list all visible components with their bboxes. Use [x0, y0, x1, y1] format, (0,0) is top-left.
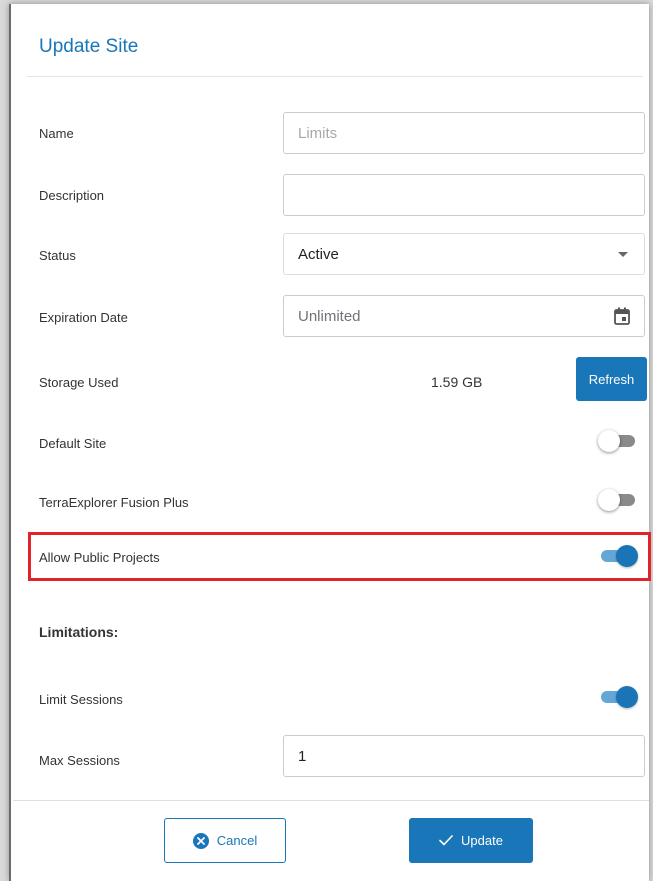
refresh-button[interactable]: Refresh: [576, 357, 647, 401]
expiration-date-input[interactable]: Unlimited: [283, 295, 645, 337]
allow-public-projects-toggle[interactable]: [598, 545, 638, 567]
checkmark-icon: [439, 835, 453, 846]
footer-divider: [13, 800, 649, 801]
toggle-knob: [598, 430, 620, 452]
fusion-plus-label: TerraExplorer Fusion Plus: [39, 495, 189, 510]
max-sessions-label: Max Sessions: [39, 753, 120, 768]
storage-used-value: 1.59 GB: [431, 374, 483, 390]
cancel-button[interactable]: Cancel: [164, 818, 286, 863]
chevron-down-icon: [618, 252, 628, 257]
toggle-knob: [598, 489, 620, 511]
default-site-label: Default Site: [39, 436, 107, 451]
expiration-date-value: Unlimited: [298, 307, 361, 325]
default-site-toggle[interactable]: [598, 430, 638, 452]
update-site-dialog: Update Site Name Limits Description Stat…: [9, 4, 651, 881]
status-selected-value: Active: [298, 245, 339, 263]
limit-sessions-label: Limit Sessions: [39, 692, 123, 707]
limitations-heading: Limitations:: [39, 624, 119, 640]
status-label: Status: [39, 248, 76, 263]
storage-used-label: Storage Used: [39, 375, 119, 390]
status-select[interactable]: Active: [283, 233, 645, 275]
allow-public-projects-label: Allow Public Projects: [39, 550, 160, 565]
toggle-knob: [616, 686, 638, 708]
update-button[interactable]: Update: [409, 818, 533, 863]
toggle-knob: [616, 545, 638, 567]
description-label: Description: [39, 188, 105, 203]
name-placeholder: Limits: [298, 124, 338, 142]
expiration-date-label: Expiration Date: [39, 310, 128, 325]
description-input[interactable]: [283, 174, 645, 216]
max-sessions-value: 1: [298, 747, 307, 765]
update-button-label: Update: [461, 833, 503, 848]
fusion-plus-toggle[interactable]: [598, 489, 638, 511]
calendar-icon[interactable]: [614, 307, 630, 325]
limit-sessions-toggle[interactable]: [598, 686, 638, 708]
title-divider: [27, 76, 643, 77]
dialog-title: Update Site: [39, 36, 139, 57]
name-label: Name: [39, 126, 74, 141]
max-sessions-input[interactable]: 1: [283, 735, 645, 777]
name-input[interactable]: Limits: [283, 112, 645, 154]
close-circle-icon: [192, 832, 209, 849]
cancel-button-label: Cancel: [216, 833, 258, 848]
